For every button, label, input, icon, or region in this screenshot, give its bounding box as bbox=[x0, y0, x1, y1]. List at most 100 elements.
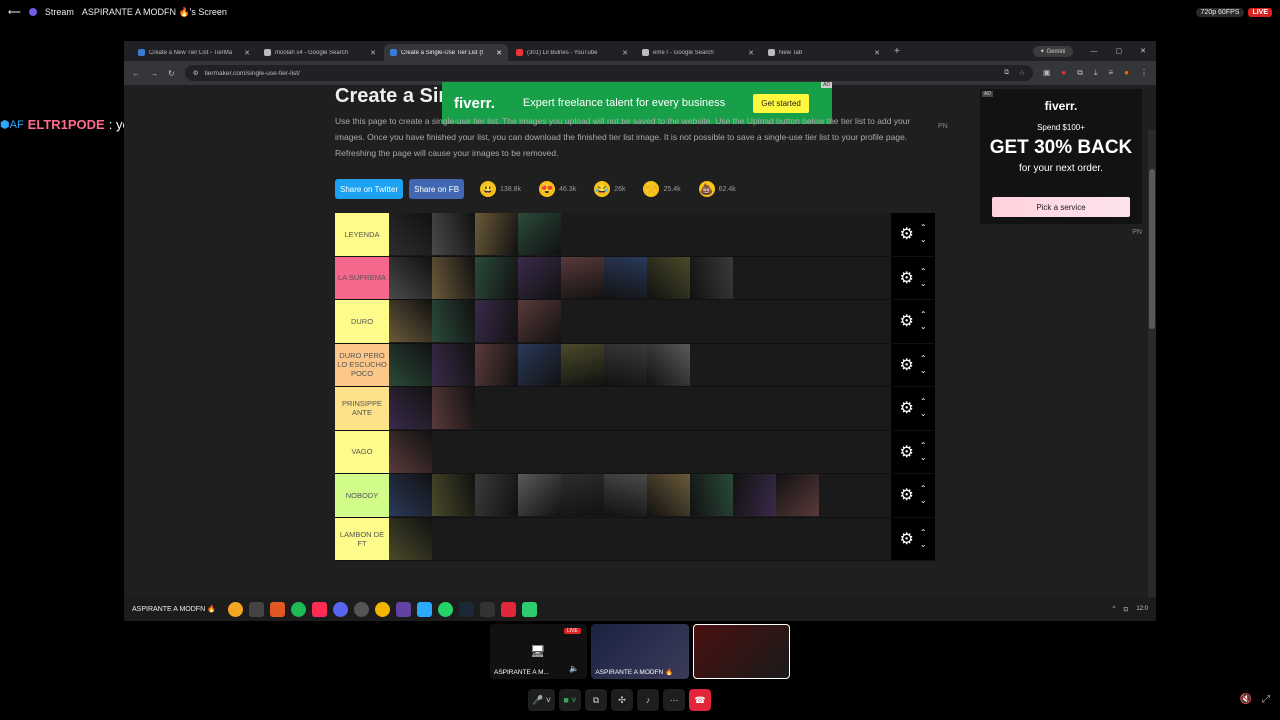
clock[interactable]: 12:0 bbox=[1136, 606, 1148, 612]
tier-item-image[interactable] bbox=[432, 213, 475, 256]
browser-tab[interactable]: New Tab ✕ bbox=[762, 44, 886, 61]
tier-item-image[interactable] bbox=[389, 343, 432, 386]
move-down-icon[interactable]: ⌄ bbox=[920, 539, 927, 551]
tier-item-image[interactable] bbox=[518, 343, 561, 386]
back-icon[interactable]: ← bbox=[132, 69, 140, 78]
discord-icon[interactable] bbox=[332, 601, 348, 617]
tier-item-image[interactable] bbox=[432, 343, 475, 386]
tier-item-image[interactable] bbox=[776, 474, 819, 517]
tier-item-image[interactable] bbox=[690, 474, 733, 517]
move-up-icon[interactable]: ⌃ bbox=[920, 266, 927, 278]
settings-gear-icon[interactable]: ⚙ bbox=[899, 355, 913, 375]
tier-item-image[interactable] bbox=[432, 300, 475, 343]
fullscreen-icon[interactable]: ⤢ bbox=[1262, 694, 1270, 705]
tier-label[interactable]: DURO PERO LO ESCUCHO POCO bbox=[335, 343, 389, 386]
tier-item-image[interactable] bbox=[690, 256, 733, 299]
move-down-icon[interactable]: ⌄ bbox=[920, 278, 927, 290]
tier-item-image[interactable] bbox=[561, 256, 604, 299]
move-down-icon[interactable]: ⌄ bbox=[920, 495, 927, 507]
tier-item-image[interactable] bbox=[389, 430, 432, 473]
download-icon[interactable]: ⤓ bbox=[1094, 68, 1098, 78]
end-call-button[interactable]: ☎ bbox=[688, 689, 711, 711]
tab-close-icon[interactable]: ✕ bbox=[874, 49, 880, 57]
chrome-app-icon[interactable] bbox=[227, 601, 243, 617]
get-started-button[interactable]: Get started bbox=[753, 93, 809, 113]
tier-items[interactable] bbox=[389, 213, 891, 256]
tier-item-image[interactable] bbox=[389, 474, 432, 517]
mic-button[interactable]: 🎤 ˅ bbox=[528, 689, 555, 711]
app-icon[interactable] bbox=[248, 601, 264, 617]
reload-icon[interactable]: ↻ bbox=[168, 69, 175, 78]
move-up-icon[interactable]: ⌃ bbox=[920, 353, 927, 365]
share-screen-button[interactable]: ⧉ bbox=[584, 689, 607, 711]
tab-close-icon[interactable]: ✕ bbox=[370, 49, 376, 57]
move-up-icon[interactable]: ⌃ bbox=[920, 527, 927, 539]
tier-label[interactable]: LEYENDA bbox=[335, 213, 389, 256]
move-up-icon[interactable]: ⌃ bbox=[920, 440, 927, 452]
media-icon[interactable]: ≡ bbox=[1108, 68, 1113, 78]
tab-close-icon[interactable]: ✕ bbox=[244, 49, 250, 57]
more-button[interactable]: ⋯ bbox=[662, 689, 685, 711]
menu-icon[interactable]: ⟵ bbox=[8, 7, 21, 18]
move-up-icon[interactable]: ⌃ bbox=[920, 396, 927, 408]
reaction-button[interactable]: 💩 62.4k bbox=[698, 181, 736, 197]
xbox-icon[interactable] bbox=[521, 601, 537, 617]
settings-gear-icon[interactable]: ⚙ bbox=[899, 485, 913, 505]
close-window-icon[interactable]: ✕ bbox=[1140, 47, 1146, 55]
tier-items[interactable] bbox=[389, 430, 891, 473]
camera-button[interactable]: ■ ˅ bbox=[558, 689, 581, 711]
call-tile-camera[interactable] bbox=[692, 624, 790, 679]
tier-item-image[interactable] bbox=[432, 256, 475, 299]
translate-icon[interactable]: ⧉ bbox=[1004, 69, 1009, 77]
tier-item-image[interactable] bbox=[561, 474, 604, 517]
tier-label[interactable]: NOBODY bbox=[335, 474, 389, 517]
browser-tab[interactable]: (301) Lil Bulnes - YouTube ✕ bbox=[510, 44, 634, 61]
site-info-icon[interactable]: ⚙ bbox=[193, 69, 199, 77]
tier-item-image[interactable] bbox=[475, 300, 518, 343]
tier-item-image[interactable] bbox=[475, 343, 518, 386]
tier-item-image[interactable] bbox=[518, 256, 561, 299]
tier-items[interactable] bbox=[389, 387, 891, 430]
move-up-icon[interactable]: ⌃ bbox=[920, 483, 927, 495]
tier-item-image[interactable] bbox=[432, 474, 475, 517]
share-fb-button[interactable]: Share on FB bbox=[409, 179, 465, 199]
reaction-button[interactable]: 😍 46.3k bbox=[539, 181, 576, 197]
tier-item-image[interactable] bbox=[518, 474, 561, 517]
tier-items[interactable] bbox=[389, 474, 891, 517]
tier-item-image[interactable] bbox=[518, 300, 561, 343]
whatsapp-icon[interactable] bbox=[437, 601, 453, 617]
tier-item-image[interactable] bbox=[475, 213, 518, 256]
kebab-menu-icon[interactable]: ⋮ bbox=[1140, 68, 1148, 78]
app-icon[interactable] bbox=[416, 601, 432, 617]
spotify-icon[interactable] bbox=[290, 601, 306, 617]
tier-item-image[interactable] bbox=[389, 387, 432, 430]
tier-label[interactable]: DURO bbox=[335, 300, 389, 343]
tier-item-image[interactable] bbox=[475, 256, 518, 299]
steam-icon[interactable] bbox=[458, 601, 474, 617]
browser-tab[interactable]: eme r - Google Search ✕ bbox=[636, 44, 760, 61]
settings-gear-icon[interactable]: ⚙ bbox=[899, 311, 913, 331]
browser-tab[interactable]: Create a New Tier List - TierMa ✕ bbox=[132, 44, 256, 61]
tier-item-image[interactable] bbox=[647, 256, 690, 299]
call-tile-stream[interactable]: ASPIRANTE A MODFN 🔥 bbox=[591, 624, 689, 679]
reaction-button[interactable]: 😃 138.8k bbox=[480, 181, 521, 197]
network-icon[interactable]: ⊡ bbox=[1123, 606, 1128, 613]
tier-item-image[interactable] bbox=[518, 213, 561, 256]
side-ad[interactable]: fiverr. Spend $100+ GET 30% BACK for you… bbox=[980, 89, 1142, 236]
tab-close-icon[interactable]: ✕ bbox=[496, 49, 502, 57]
tier-item-image[interactable] bbox=[389, 517, 432, 560]
office-icon[interactable] bbox=[269, 601, 285, 617]
tier-item-image[interactable] bbox=[604, 256, 647, 299]
tier-items[interactable] bbox=[389, 343, 891, 386]
reaction-button[interactable]: 🙌 25.4k bbox=[643, 181, 681, 197]
twitch-icon[interactable] bbox=[395, 601, 411, 617]
settings-gear-icon[interactable]: ⚙ bbox=[899, 268, 913, 288]
settings-gear-icon[interactable]: ⚙ bbox=[899, 398, 913, 418]
tier-label[interactable]: LAMBON DE FT bbox=[335, 517, 389, 560]
move-down-icon[interactable]: ⌄ bbox=[920, 321, 927, 333]
scrollbar-thumb[interactable] bbox=[1149, 169, 1155, 329]
tier-items[interactable] bbox=[389, 300, 891, 343]
tier-label[interactable]: VAGO bbox=[335, 430, 389, 473]
tier-item-image[interactable] bbox=[647, 474, 690, 517]
browser-tab[interactable]: moolah s4 - Google Search ✕ bbox=[258, 44, 382, 61]
